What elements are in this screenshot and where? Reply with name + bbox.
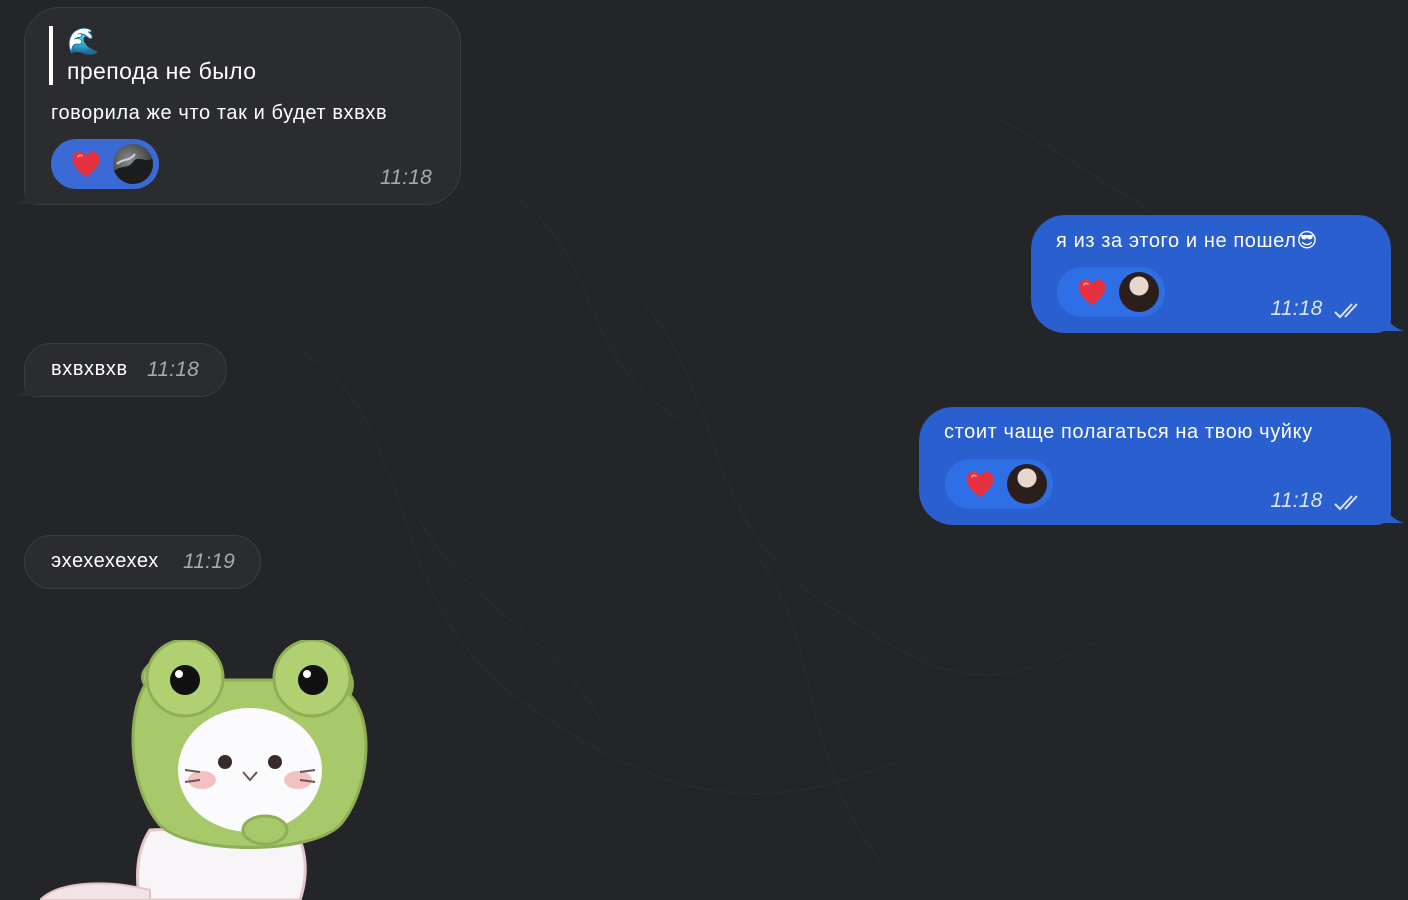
bubble-tail (14, 180, 50, 204)
bubble-tail (1370, 499, 1404, 523)
bubble-tail (1370, 307, 1404, 331)
reaction-chip[interactable] (51, 139, 159, 189)
message-incoming-3[interactable]: эхехехехех 11:19 (24, 535, 261, 589)
message-text: стоит чаще полагаться на твою чуйку (944, 421, 1313, 443)
heart-icon (1078, 279, 1106, 306)
reply-quote-text: препода не было (67, 58, 257, 84)
wave-art-icon (113, 153, 153, 184)
reply-quote-emoji: 🌊 (67, 26, 100, 56)
message-meta: 11:18 (1271, 489, 1365, 513)
bubble-tail (14, 372, 50, 396)
message-outgoing-1[interactable]: я из за этого и не пошел😎 11:18 (1031, 215, 1391, 333)
reaction-chip[interactable] (945, 459, 1053, 509)
message-time: 11:18 (1270, 489, 1323, 512)
message-incoming-2[interactable]: вхвхвхв 11:18 (24, 343, 227, 397)
double-check-icon (1334, 303, 1358, 319)
reaction-chip[interactable] (1057, 267, 1165, 317)
message-text: говорила же что так и будет вхвхв (51, 102, 388, 124)
message-time: 11:18 (147, 358, 199, 381)
message-incoming-1[interactable]: 🌊 препода не было говорила же что так и … (24, 7, 461, 205)
reply-quote[interactable]: 🌊 препода не было (49, 26, 256, 85)
message-text: вхвхвхв (51, 358, 128, 380)
message-meta: 11:18 (1271, 297, 1365, 321)
message-text: я из за этого и не пошел😎 (1056, 230, 1318, 252)
reactor-avatar (113, 144, 153, 184)
frog-hat-cat-sticker[interactable] (40, 640, 380, 900)
double-check-icon (1334, 495, 1358, 511)
message-outgoing-2[interactable]: стоит чаще полагаться на твою чуйку 11:1… (919, 407, 1391, 525)
message-time: 11:18 (1270, 297, 1323, 320)
message-time: 11:19 (183, 550, 235, 573)
message-time: 11:18 (380, 166, 432, 189)
heart-icon (966, 471, 994, 498)
heart-icon (72, 151, 100, 178)
reactor-avatar (1119, 272, 1159, 312)
message-text: эхехехехех (51, 550, 159, 572)
reactor-avatar (1007, 464, 1047, 504)
